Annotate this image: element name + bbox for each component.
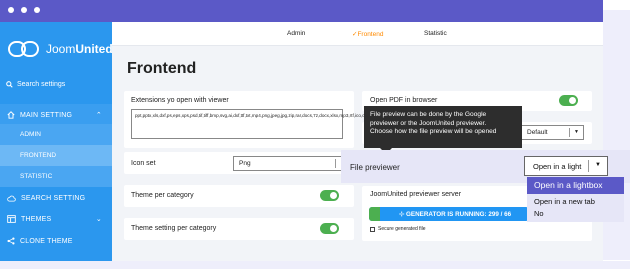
home-icon — [7, 111, 15, 119]
dropdown-option-new-tab[interactable]: Open in a new tab — [527, 196, 624, 208]
sidebar-section-label: MAIN SETTING — [20, 111, 73, 119]
sidebar-item-label: STATISTIC — [20, 173, 53, 180]
sidebar-section-label: SEARCH SETTING — [21, 194, 86, 202]
previewer-default-value: Default — [527, 129, 548, 136]
brand-logo[interactable]: JoomUnited — [8, 38, 113, 60]
sidebar-item-admin[interactable]: ADMIN — [0, 124, 112, 145]
top-tab-bar: Admin ✓Frontend Statistic — [112, 22, 603, 46]
toggle-knob — [330, 192, 337, 199]
themes-icon — [7, 215, 16, 223]
sidebar-section-main-setting[interactable]: MAIN SETTING ⌃ — [0, 104, 112, 126]
progress-text: ⊹ GENERATOR IS RUNNING: 299 / 66 — [399, 210, 512, 218]
window-dot-icon — [8, 7, 14, 13]
select-separator — [588, 160, 589, 172]
theme-setting-per-category-toggle[interactable] — [320, 223, 339, 234]
sidebar-item-label: ADMIN — [20, 131, 41, 138]
cloud-icon — [7, 195, 16, 201]
search-icon — [6, 81, 13, 88]
secure-file-checkbox[interactable] — [370, 227, 375, 232]
file-previewer-dropdown: Open in a lightbox Open in a new tab No — [527, 177, 624, 222]
open-pdf-toggle[interactable] — [559, 95, 578, 106]
extensions-label: Extensions yo open with viewer — [131, 97, 229, 104]
joomunited-logo-icon — [8, 40, 42, 58]
caret-down-icon: ▼ — [574, 129, 579, 135]
theme-setting-per-category-card: Theme setting per category — [124, 218, 354, 240]
sidebar-search[interactable]: Search settings — [6, 81, 65, 88]
icon-set-label: Icon set — [131, 160, 156, 167]
window-bottom-frame — [0, 261, 630, 269]
brand-name: JoomUnited — [46, 42, 113, 56]
file-previewer-select[interactable]: Open in a light ▼ — [524, 156, 608, 176]
tooltip-line: previewer or the JoomUnited previewer. — [370, 119, 487, 127]
extensions-textarea[interactable]: ppt,pptx,xls,dxf,ps,eps,xps,psd,tif,tiff… — [131, 109, 369, 139]
progress-fill — [369, 207, 380, 221]
chevron-up-icon: ⌃ — [95, 112, 102, 119]
window-title-bar — [0, 0, 603, 22]
theme-per-category-label: Theme per category — [131, 192, 194, 199]
generator-progress-bar: ⊹ GENERATOR IS RUNNING: 299 / 66 — [369, 207, 529, 221]
theme-per-category-card: Theme per category — [124, 185, 354, 207]
tab-admin[interactable]: Admin — [287, 30, 305, 37]
window-dot-icon — [21, 7, 27, 13]
select-separator — [335, 159, 336, 168]
sidebar-search-label: Search settings — [17, 81, 66, 88]
extensions-card: Extensions yo open with viewer ppt,pptx,… — [124, 91, 369, 148]
sidebar-item-label: FRONTEND — [20, 152, 57, 159]
dropdown-option-lightbox[interactable]: Open in a lightbox — [527, 177, 624, 194]
icon-set-select[interactable]: Png ▼ — [233, 156, 350, 171]
window-dot-icon — [34, 7, 40, 13]
dropdown-option-no[interactable]: No — [527, 208, 624, 220]
sidebar-section-search-setting[interactable]: SEARCH SETTING — [0, 187, 112, 209]
icon-set-card: Icon set Png ▼ — [124, 152, 354, 174]
previewer-server-label: JoomUnited previewer server — [370, 191, 462, 198]
tooltip-line: File preview can be done by the Google — [370, 111, 487, 118]
secure-file-label: Secure generated file — [378, 226, 426, 232]
toggle-knob — [330, 225, 337, 232]
chevron-down-icon: ⌄ — [95, 216, 102, 223]
window-side-frame — [603, 10, 630, 260]
sidebar-section-themes[interactable]: THEMES ⌄ — [0, 208, 112, 230]
sidebar-item-statistic[interactable]: STATISTIC — [0, 166, 112, 187]
file-previewer-label: File previewer — [350, 163, 400, 172]
icon-set-value: Png — [239, 160, 251, 167]
share-icon — [7, 237, 15, 245]
sidebar: JoomUnited Search settings MAIN SETTING … — [0, 22, 113, 261]
previewer-default-select[interactable]: Default ▼ — [521, 125, 584, 140]
sidebar-section-label: THEMES — [21, 215, 52, 223]
tab-statistic[interactable]: Statistic — [424, 30, 447, 37]
file-previewer-value: Open in a light — [533, 161, 582, 171]
file-previewer-tooltip: File preview can be done by the Google p… — [364, 106, 522, 148]
sidebar-item-frontend[interactable]: FRONTEND — [0, 145, 112, 166]
page-title: Frontend — [127, 60, 197, 77]
tooltip-line: Choose how the file preview will be open… — [370, 128, 497, 135]
theme-per-category-toggle[interactable] — [320, 190, 339, 201]
tab-frontend[interactable]: ✓Frontend — [352, 30, 383, 38]
sidebar-section-label: CLONE THEME — [20, 237, 73, 245]
open-pdf-label: Open PDF in browser — [370, 97, 438, 104]
select-separator — [569, 128, 570, 137]
theme-setting-per-category-label: Theme setting per category — [131, 225, 217, 232]
caret-down-icon: ▼ — [595, 162, 601, 168]
sidebar-section-clone-theme[interactable]: CLONE THEME — [0, 230, 112, 252]
toggle-knob — [569, 97, 576, 104]
